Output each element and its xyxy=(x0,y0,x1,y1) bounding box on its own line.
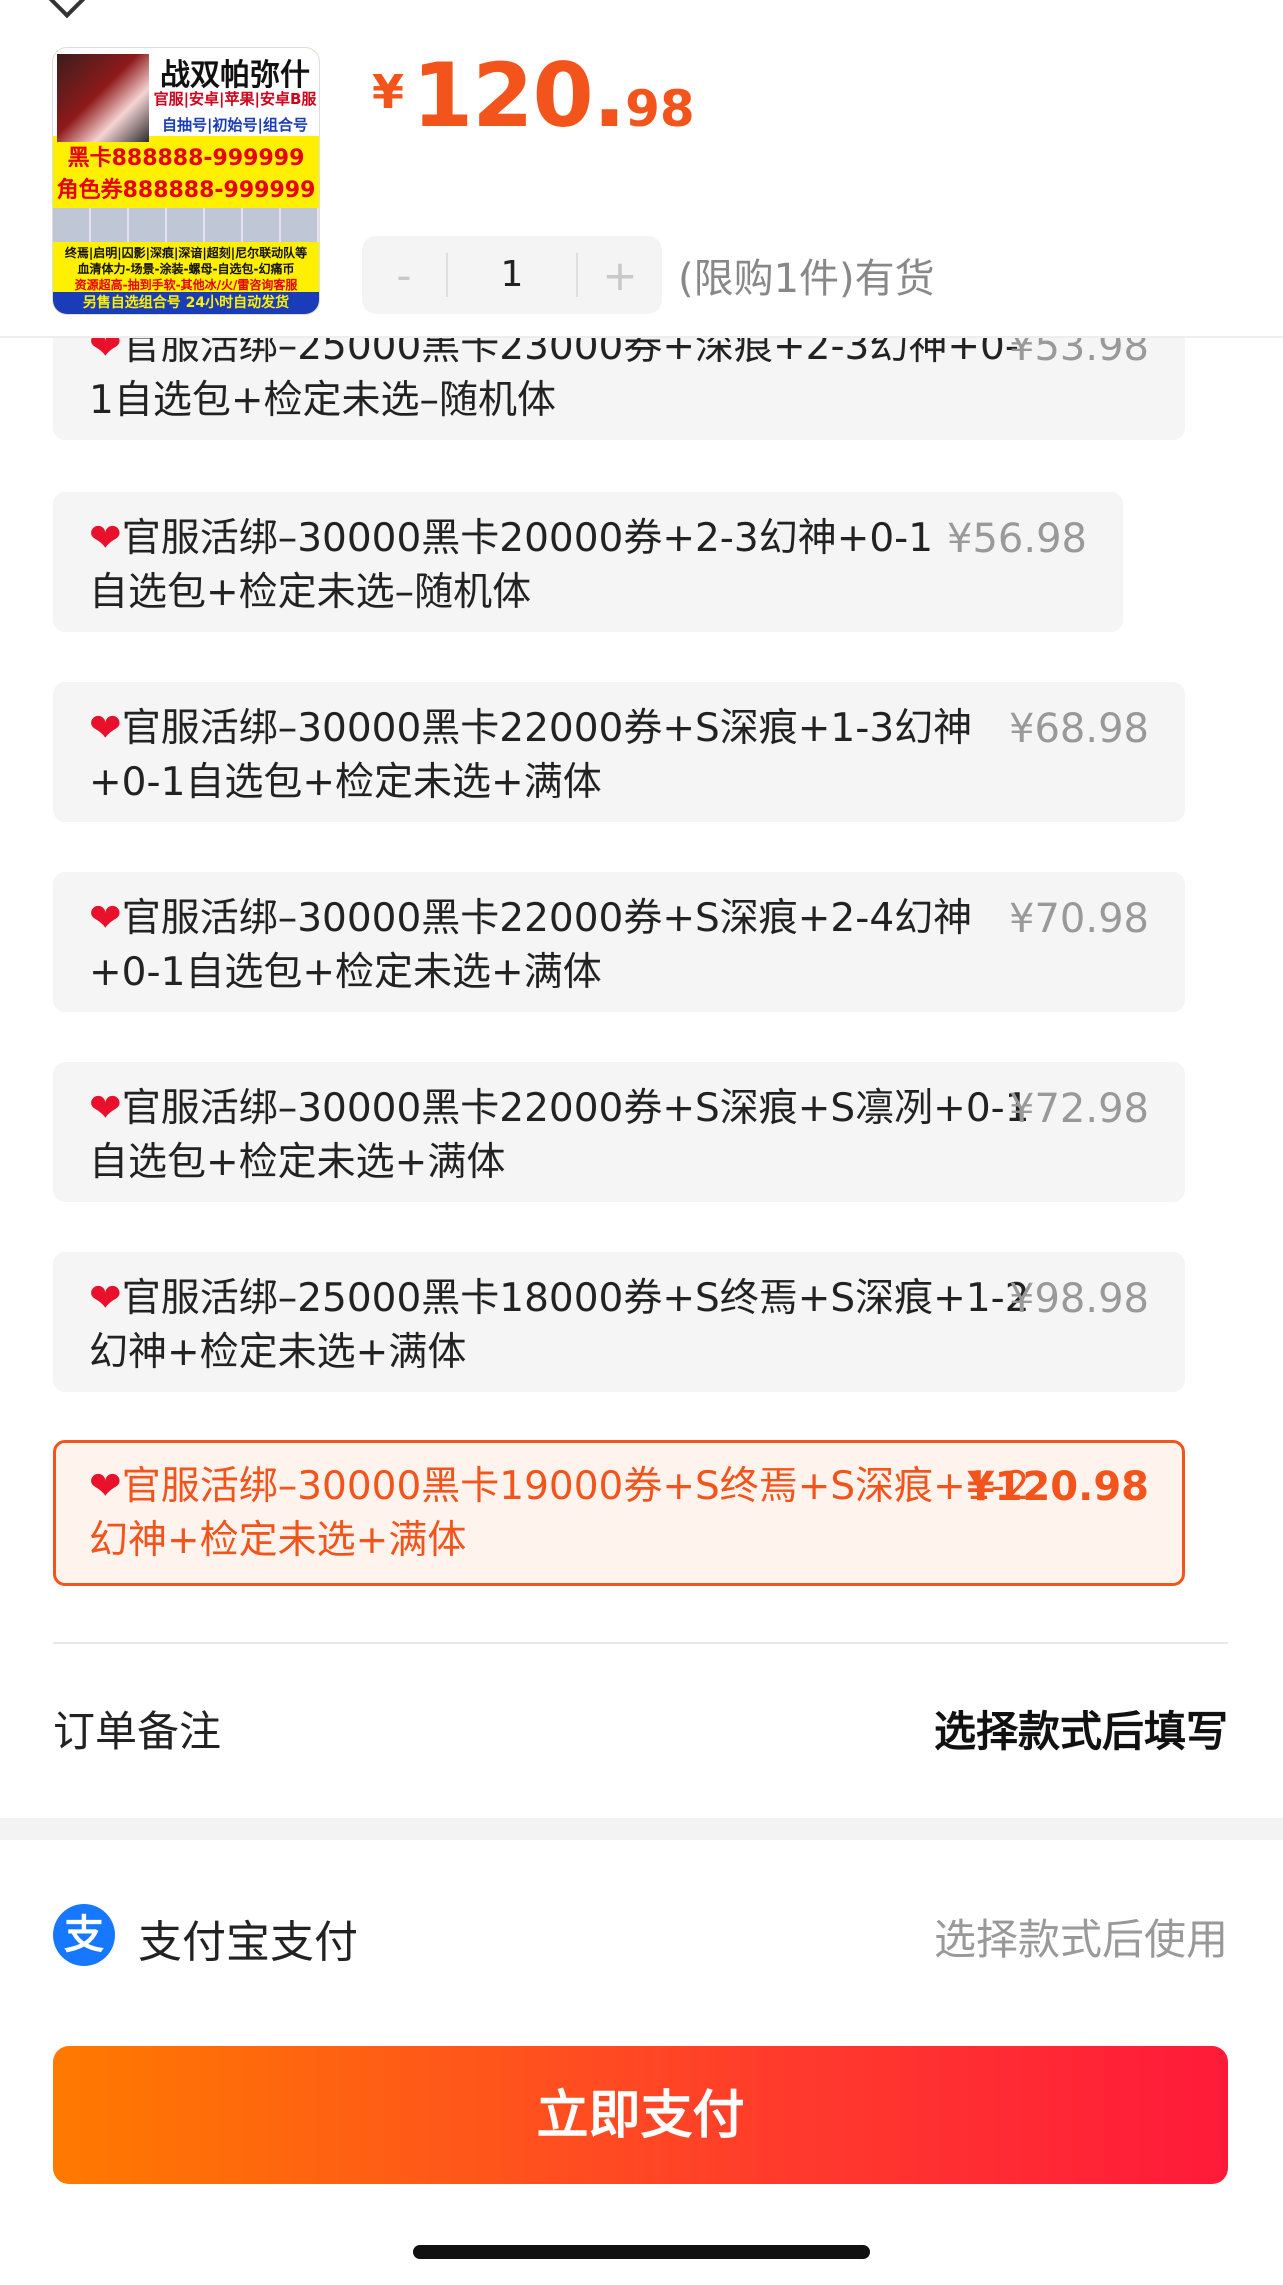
option-item-3[interactable]: ❤官服活绑–30000黑卡22000券+S深痕+1-3幻神+0-1自选包+检定未… xyxy=(53,682,1185,822)
heart-icon: ❤ xyxy=(89,896,122,941)
option-item-4[interactable]: ❤官服活绑–30000黑卡22000券+S深痕+2-4幻神+0-1自选包+检定未… xyxy=(53,872,1185,1012)
option-item-6[interactable]: ❤官服活绑–25000黑卡18000券+S终焉+S深痕+1-2幻神+检定未选+满… xyxy=(53,1252,1185,1392)
price-integer: 120. xyxy=(412,44,626,147)
decrease-button[interactable]: - xyxy=(362,251,446,300)
order-note-label: 订单备注 xyxy=(53,1707,222,1756)
stock-status: (限购1件)有货 xyxy=(678,256,935,302)
increase-button[interactable]: + xyxy=(578,251,662,300)
option-name: 官服活绑–30000黑卡20000券+2-3幻神+0-1自选包+检定未选–随机体 xyxy=(89,516,934,615)
heart-icon: ❤ xyxy=(89,1464,122,1509)
price-decimal: 98 xyxy=(625,80,695,138)
option-name: 官服活绑–30000黑卡22000券+S深痕+2-4幻神+0-1自选包+检定未选… xyxy=(89,896,973,995)
heart-icon: ❤ xyxy=(89,1086,122,1131)
thumbnail-small-3: 资源超高-抽到手软-其他冰/火/雷咨询客服 xyxy=(74,278,298,292)
payment-method-label[interactable]: 支付宝支付 xyxy=(138,1906,358,1970)
product-header: 战双帕弥什 官服|安卓|苹果|安卓B服 自抽号|初始号|组合号 黑卡888888… xyxy=(0,0,1283,338)
thumbnail-line-2: 角色券888888-999999 xyxy=(56,178,316,203)
option-name: 官服活绑–30000黑卡19000券+S终焉+S深痕+1-2幻神+检定未选+满体 xyxy=(89,1464,1030,1563)
option-name: 官服活绑–30000黑卡22000券+S深痕+S凛冽+0-1自选包+检定未选+满… xyxy=(89,1086,1030,1185)
option-price: ¥70.98 xyxy=(1009,896,1149,942)
section-separator xyxy=(0,1818,1283,1840)
heart-icon: ❤ xyxy=(89,1276,122,1321)
option-name: 官服活绑–25000黑卡23000券+深痕+2-3幻神+0-1自选包+检定未选–… xyxy=(89,324,1019,423)
option-item-selected[interactable]: ❤官服活绑–30000黑卡19000券+S终焉+S深痕+1-2幻神+检定未选+满… xyxy=(53,1440,1185,1586)
home-indicator xyxy=(413,2245,870,2259)
option-item-2[interactable]: ❤官服活绑–30000黑卡20000券+2-3幻神+0-1自选包+检定未选–随机… xyxy=(53,492,1123,632)
heart-icon: ❤ xyxy=(89,706,122,751)
pay-now-button[interactable]: 立即支付 xyxy=(53,2046,1228,2184)
option-price: ¥68.98 xyxy=(1009,706,1149,752)
thumbnail-title: 战双帕弥什 xyxy=(160,58,310,93)
thumbnail-small-2: 血清体力-场景-涂装-螺母-自选包-幻痛币 xyxy=(77,262,295,276)
character-portraits xyxy=(53,208,319,242)
thumbnail-line-1: 黑卡888888-999999 xyxy=(67,146,305,171)
thumbnail-small-1: 终焉|启明|囚影|深痕|深谙|超刻|尼尔联动队等 xyxy=(64,246,308,260)
divider xyxy=(53,1642,1228,1644)
character-artwork xyxy=(57,54,149,142)
thumbnail-subtitle-2: 自抽号|初始号|组合号 xyxy=(162,116,308,134)
thumbnail-subtitle: 官服|安卓|苹果|安卓B服 xyxy=(153,90,317,108)
option-price: ¥120.98 xyxy=(966,1464,1149,1510)
selected-price: ¥120.98 xyxy=(372,44,695,147)
option-name: 官服活绑–25000黑卡18000券+S终焉+S深痕+1-2幻神+检定未选+满体 xyxy=(89,1276,1030,1375)
heart-icon: ❤ xyxy=(89,516,122,561)
product-thumbnail[interactable]: 战双帕弥什 官服|安卓|苹果|安卓B服 自抽号|初始号|组合号 黑卡888888… xyxy=(53,48,319,314)
option-price: ¥56.98 xyxy=(947,516,1087,562)
alipay-icon: 支 xyxy=(53,1904,115,1966)
currency-symbol: ¥ xyxy=(372,65,405,119)
quantity-input[interactable]: 1 xyxy=(446,253,578,297)
option-price: ¥98.98 xyxy=(1009,1276,1149,1322)
option-name: 官服活绑–30000黑卡22000券+S深痕+1-3幻神+0-1自选包+检定未选… xyxy=(89,706,973,805)
option-item-5[interactable]: ❤官服活绑–30000黑卡22000券+S深痕+S凛冽+0-1自选包+检定未选+… xyxy=(53,1062,1185,1202)
payment-hint: 选择款式后使用 xyxy=(933,1915,1228,1964)
chevron-down-icon[interactable] xyxy=(45,0,89,19)
option-price: ¥72.98 xyxy=(1009,1086,1149,1132)
thumbnail-footer: 另售自选组合号 24小时自动发货 xyxy=(53,292,319,314)
order-note-field[interactable]: 选择款式后填写 xyxy=(934,1698,1228,1759)
quantity-stepper: - 1 + xyxy=(362,236,662,314)
